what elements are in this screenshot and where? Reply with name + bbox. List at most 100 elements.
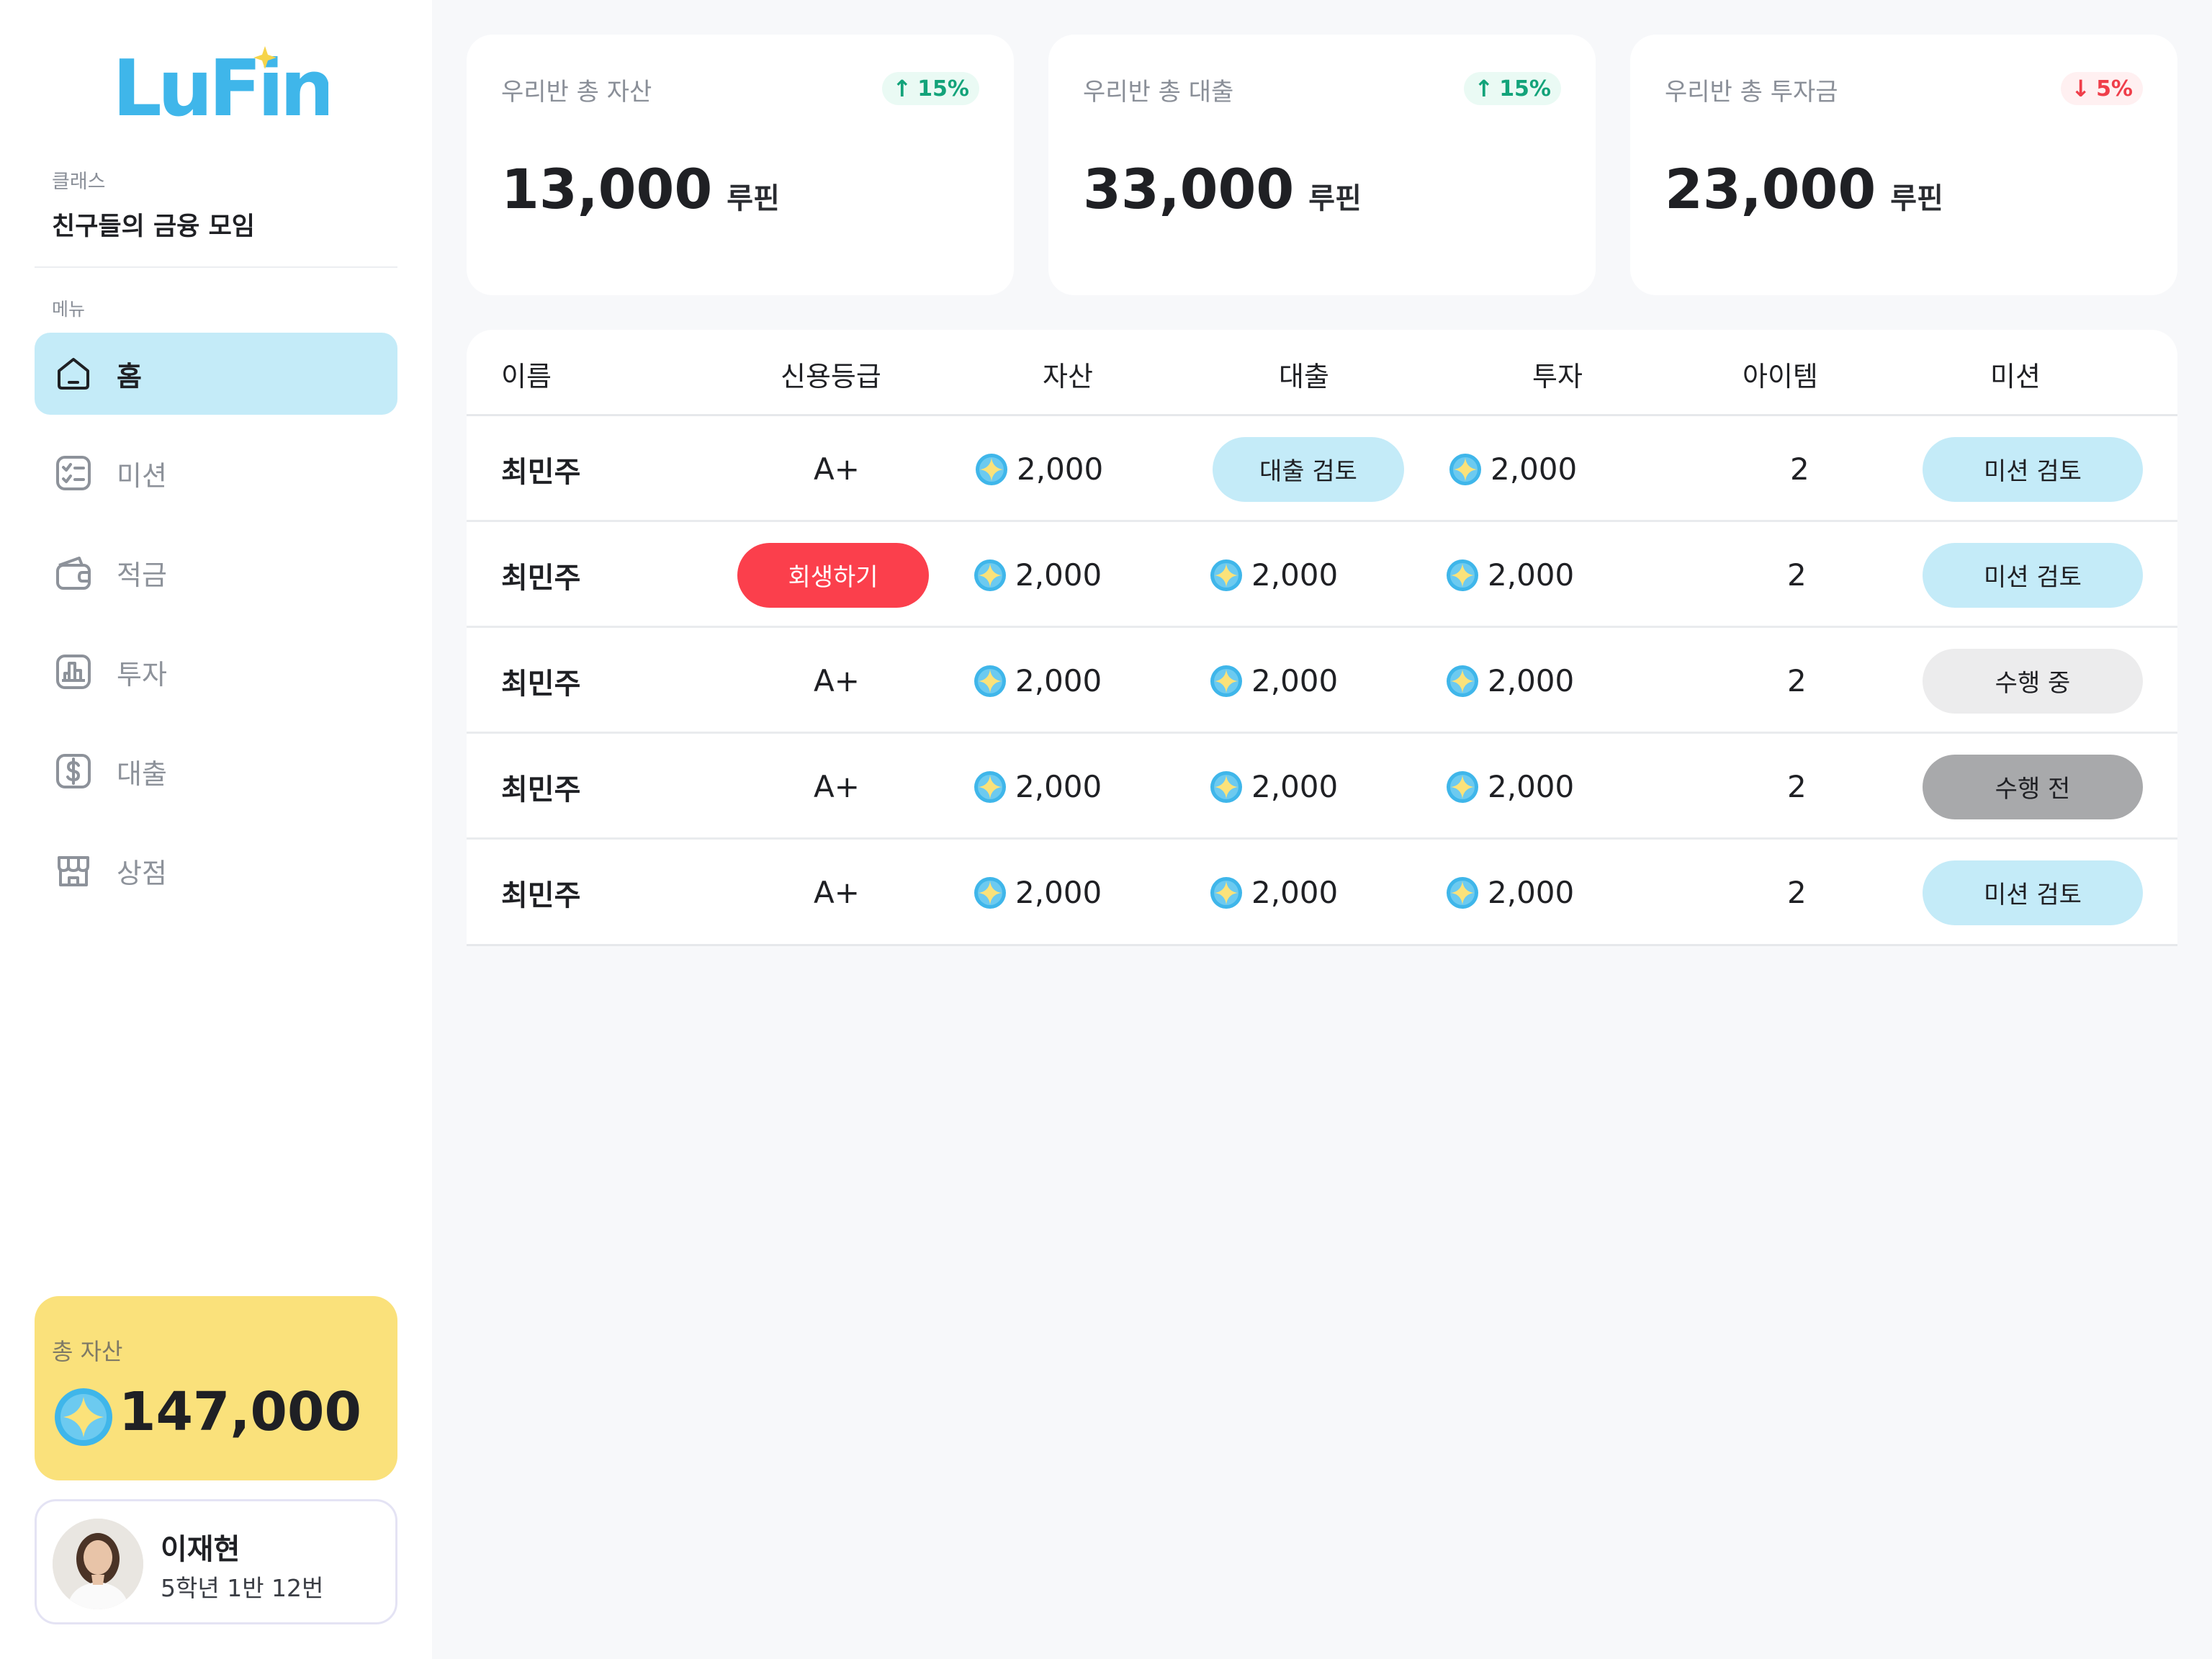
lufin-logo[interactable]: LuFin [112,43,335,134]
asset-amount: 2,000 [1015,769,1102,804]
arrow-up-icon: ↑ [892,75,912,102]
student-name: 최민주 [501,667,581,701]
asset-amount: 2,000 [1015,663,1102,698]
credit-grade: A+ [814,663,860,698]
sidebar-item-label: 적금 [117,559,167,591]
wallet-icon [52,551,95,594]
sidebar-item-label: 대출 [117,757,167,790]
coin-icon [974,665,1006,697]
invest-amount: 2,000 [1488,557,1575,593]
asset-value: 2,000 [975,416,1103,522]
store-icon [52,849,95,892]
trend-value: 15% [1499,76,1551,102]
coin-icon [976,453,1007,485]
stat-number: 23,000 [1665,157,1876,221]
avatar [53,1519,143,1609]
sidebar-item-mission[interactable]: 미션 [35,432,397,514]
total-asset-value: 147,000 [118,1381,361,1443]
trend-value: 15% [917,76,969,102]
arrow-down-icon: ↓ [2071,75,2091,102]
stat-label: 우리반 총 자산 [501,78,652,107]
loan-value: 2,000 [1210,522,1338,628]
student-table: 이름 신용등급 자산 대출 투자 아이템 미션 최민주 A+ 2,000 대출 … [467,330,2177,946]
student-name: 최민주 [501,878,581,912]
column-header-asset: 자산 [1043,361,1093,392]
mission-cell: 수행 중 [1923,628,2143,734]
column-header-name: 이름 [501,361,552,392]
sidebar-item-home[interactable]: 홈 [35,333,397,415]
mission-review-button[interactable]: 미션 검토 [1923,860,2143,925]
coin-icon [1210,770,1242,803]
coin-icon [974,770,1006,803]
asset-value: 2,000 [974,840,1102,945]
sidebar-item-invest[interactable]: 투자 [35,631,397,713]
credit-grade: A+ [814,769,860,804]
class-name: 친구들의 금융 모임 [52,212,255,241]
stat-number: 33,000 [1083,157,1295,221]
coin-icon [1447,770,1478,803]
loan-cell: 대출 검토 [1213,416,1404,522]
profile-card[interactable]: 이재현 5학년 1반 12번 [35,1499,397,1624]
stat-card-total-asset: 우리반 총 자산 ↑ 15% 13,000 루핀 [467,35,1014,295]
table-row[interactable]: 최민주 회생하기 2,000 2,000 2,000 2 미션 검토 [467,522,2177,628]
sidebar-item-savings[interactable]: 적금 [35,531,397,613]
sidebar-divider [35,266,397,268]
item-count: 2 [1787,557,1807,593]
invest-amount: 2,000 [1488,875,1575,910]
table-row[interactable]: 최민주 A+ 2,000 2,000 2,000 2 미션 검토 [467,840,2177,945]
column-header-invest: 투자 [1532,361,1583,392]
recovery-button[interactable]: 회생하기 [737,542,929,608]
invest-value: 2,000 [1446,522,1574,628]
stat-value: 33,000 루핀 [1083,157,1362,221]
coin-icon [974,876,1006,909]
class-label: 클래스 [52,171,106,193]
asset-amount: 2,000 [1017,451,1104,487]
loan-amount: 2,000 [1251,557,1339,593]
coin-icon [1449,453,1481,485]
profile-class-info: 5학년 1반 12번 [161,1574,324,1602]
stat-unit: 루핀 [1890,182,1943,215]
asset-amount: 2,000 [1015,875,1102,910]
sidebar-menu: 홈 미션 적금 투자 대출 상점 [35,333,397,929]
table-header: 이름 신용등급 자산 대출 투자 아이템 미션 [467,330,2177,416]
home-icon [52,352,95,395]
stat-label: 우리반 총 투자금 [1665,78,1838,107]
table-row[interactable]: 최민주 A+ 2,000 2,000 2,000 2 수행 전 [467,734,2177,840]
item-count: 2 [1787,769,1807,804]
invest-value: 2,000 [1446,734,1574,840]
mission-not-started-button[interactable]: 수행 전 [1923,754,2143,819]
table-row[interactable]: 최민주 A+ 2,000 대출 검토 2,000 2 미션 검토 [467,416,2177,522]
table-row[interactable]: 최민주 A+ 2,000 2,000 2,000 2 수행 중 [467,628,2177,734]
coin-icon [1210,876,1242,909]
coin-icon [974,559,1006,591]
mission-review-button[interactable]: 미션 검토 [1923,542,2143,608]
sidebar-item-label: 투자 [117,658,167,691]
arrow-up-icon: ↑ [1474,75,1494,102]
mission-review-button[interactable]: 미션 검토 [1923,436,2143,502]
coin-icon [1210,665,1242,697]
student-name: 최민주 [501,561,581,595]
invest-value: 2,000 [1446,840,1574,945]
credit-cell: 회생하기 [737,522,929,628]
loan-review-button[interactable]: 대출 검토 [1213,436,1404,502]
sidebar-item-store[interactable]: 상점 [35,830,397,912]
stat-card-total-invest: 우리반 총 투자금 ↓ 5% 23,000 루핀 [1630,35,2177,295]
invest-value: 2,000 [1449,416,1577,522]
loan-value: 2,000 [1210,734,1338,840]
sidebar-item-label: 상점 [117,857,167,889]
sidebar-item-loan[interactable]: 대출 [35,730,397,812]
loan-value: 2,000 [1210,840,1338,945]
svg-text:LuFin: LuFin [112,44,328,122]
loan-amount: 2,000 [1251,769,1339,804]
stat-unit: 루핀 [1308,182,1362,215]
coin-icon [55,1388,112,1446]
asset-value: 2,000 [974,734,1102,840]
invest-amount: 2,000 [1491,451,1578,487]
column-header-mission: 미션 [1990,361,2041,392]
mission-in-progress-button[interactable]: 수행 중 [1923,648,2143,714]
menu-label: 메뉴 [52,299,86,320]
mission-cell: 미션 검토 [1923,840,2143,945]
trend-badge: ↑ 15% [882,72,979,105]
checklist-icon [52,451,95,495]
loan-amount: 2,000 [1251,875,1339,910]
